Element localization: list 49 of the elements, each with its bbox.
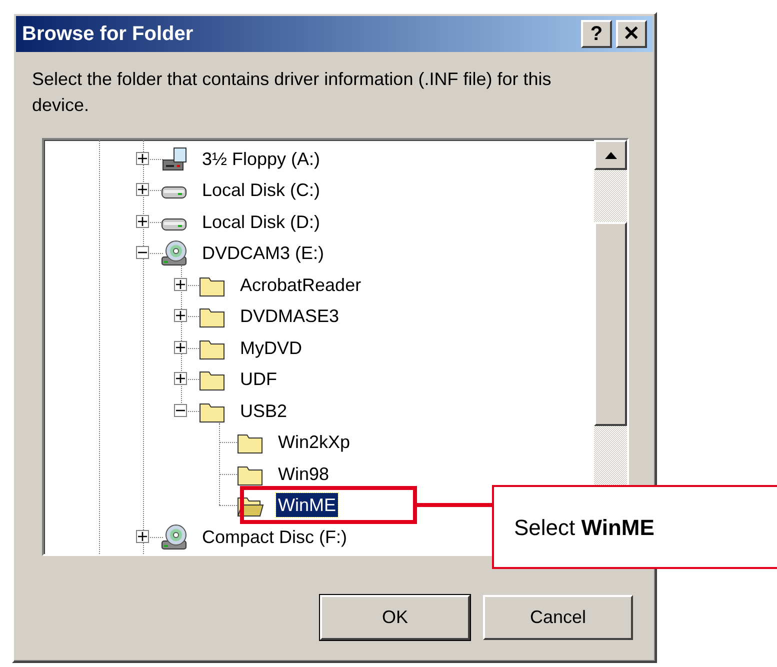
- folder-icon: [199, 308, 225, 328]
- scroll-up-button[interactable]: [594, 140, 627, 170]
- tree-item[interactable]: UDF: [238, 367, 279, 392]
- tree-item[interactable]: WinME: [276, 493, 338, 518]
- instruction-text: Select the folder that contains driver information (.INF file) for this device.: [32, 68, 552, 117]
- ok-button[interactable]: OK: [320, 595, 470, 640]
- expand-button[interactable]: [174, 372, 187, 386]
- expand-button[interactable]: [174, 309, 187, 322]
- folder-icon: [237, 434, 263, 454]
- expand-button[interactable]: [174, 340, 187, 354]
- expand-button[interactable]: [136, 214, 149, 228]
- cd-drive-icon: [161, 524, 188, 550]
- plus-icon: [176, 311, 185, 320]
- up-arrow-icon: [604, 152, 616, 158]
- expand-button[interactable]: [136, 183, 149, 196]
- folder-icon: [199, 276, 225, 297]
- tree-item[interactable]: 3½ Floppy (A:): [200, 146, 322, 171]
- tree-item[interactable]: Local Disk (C:): [200, 178, 322, 202]
- plus-icon: [176, 342, 185, 352]
- collapse-button[interactable]: [174, 404, 187, 417]
- tree-item[interactable]: AcrobatReader: [238, 272, 364, 297]
- tree-item[interactable]: Win98: [276, 462, 332, 486]
- folder-icon: [237, 466, 263, 486]
- folder-icon: [199, 340, 225, 360]
- tree-item[interactable]: USB2: [238, 398, 290, 423]
- folder-icon: [199, 371, 225, 392]
- collapse-button[interactable]: [136, 246, 149, 260]
- tree-item[interactable]: MyDVD: [238, 336, 304, 360]
- folder-icon: [199, 402, 225, 423]
- plus-icon: [138, 185, 147, 194]
- plus-icon: [138, 154, 147, 163]
- expand-button[interactable]: [174, 278, 187, 291]
- plus-icon: [138, 216, 147, 226]
- tree-item[interactable]: DVDCAM3 (E:): [200, 241, 326, 266]
- tree-item[interactable]: Compact Disc (F:): [200, 524, 350, 549]
- tree-item[interactable]: Win2kXp: [276, 430, 352, 454]
- tree-item[interactable]: DVDMASE3: [238, 304, 342, 328]
- tree-item[interactable]: Local Disk (D:): [200, 210, 322, 234]
- help-button[interactable]: ?: [581, 20, 612, 48]
- cancel-button[interactable]: Cancel: [483, 595, 633, 640]
- scroll-thumb[interactable]: [594, 222, 627, 426]
- close-button[interactable]: ✕: [616, 20, 647, 48]
- plus-icon: [138, 532, 147, 541]
- plus-icon: [176, 374, 185, 384]
- expand-button[interactable]: [136, 530, 149, 543]
- expand-button[interactable]: [136, 152, 149, 165]
- window-title: Browse for Folder: [22, 22, 194, 47]
- plus-icon: [176, 280, 185, 289]
- callout-text: Select WinME: [514, 514, 654, 542]
